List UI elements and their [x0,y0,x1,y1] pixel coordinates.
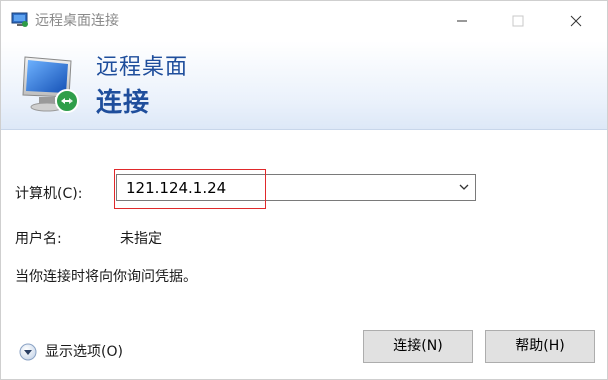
maximize-icon [512,15,524,27]
chevron-down-icon[interactable] [457,180,471,194]
chevron-down-circle-icon[interactable] [19,343,37,361]
minimize-icon [457,20,467,22]
username-label: 用户名: [15,231,62,247]
banner-title-line2: 连接 [96,88,151,118]
computer-label: 计算机(C): [15,186,83,202]
maximize-button [495,1,541,41]
credentials-notice: 当你连接时将向你询问凭据。 [15,269,197,285]
close-button[interactable] [553,1,599,41]
help-button[interactable]: 帮助(H) [485,330,595,363]
minimize-button[interactable] [439,1,485,41]
remote-desktop-window: 远程桌面连接 远程桌面 连接 计算机(C): 121.124.1.24 用户名:… [0,0,608,380]
header-banner: 远程桌面 连接 [1,41,607,130]
banner-title-line1: 远程桌面 [96,55,189,80]
close-icon [570,15,582,27]
show-options-toggle[interactable]: 显示选项(O) [19,342,123,362]
monitor-connection-icon [22,56,79,113]
show-options-label[interactable]: 显示选项(O) [45,343,123,361]
connect-button[interactable]: 连接(N) [363,330,473,363]
computer-input[interactable]: 121.124.1.24 [126,179,226,197]
computer-combobox[interactable]: 121.124.1.24 [116,174,476,201]
title-bar[interactable]: 远程桌面连接 [1,1,607,41]
username-value: 未指定 [120,231,162,247]
window-title: 远程桌面连接 [35,13,119,29]
remote-desktop-icon [11,12,28,27]
